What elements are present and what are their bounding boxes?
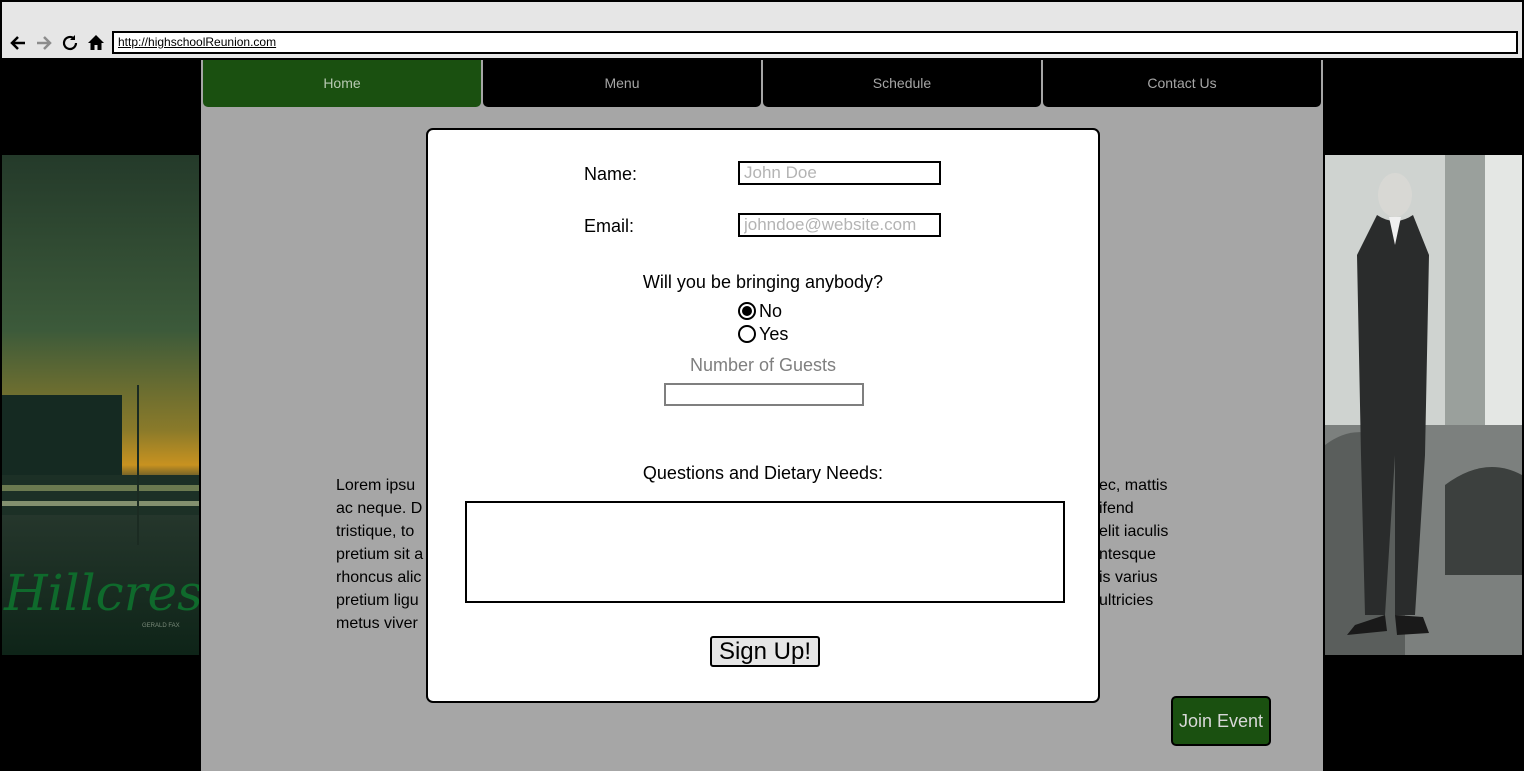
body-text-right: ec, mattis ifend elit iaculis ntesque is… [1099,477,1169,609]
radio-yes-button[interactable] [738,325,756,343]
school-photo: Hillcrest GERALD FAX [2,155,199,655]
forward-arrow-icon[interactable] [33,32,55,54]
svg-text:GERALD FAX: GERALD FAX [142,623,180,629]
tab-home[interactable]: Home [203,60,481,107]
reload-icon[interactable] [59,32,81,54]
radio-no[interactable]: No [738,301,782,321]
tab-menu[interactable]: Menu [483,60,761,107]
student-photo [1325,155,1522,655]
name-label: Name: [584,164,638,184]
email-label: Email: [584,216,635,236]
tab-contact-us[interactable]: Contact Us [1043,60,1321,107]
radio-no-label: No [759,300,783,321]
notes-label: Questions and Dietary Needs: [642,463,884,483]
back-arrow-icon[interactable] [7,32,29,54]
guests-label: Number of Guests [689,355,837,375]
email-input[interactable] [738,213,941,237]
signup-modal: Name: Email: Will you be bringing anybod… [426,128,1100,703]
guests-input[interactable] [664,383,864,406]
radio-selected-dot [742,306,752,316]
url-bar[interactable]: http://highschoolReunion.com [112,31,1518,54]
radio-yes[interactable]: Yes [738,324,788,344]
name-input[interactable] [738,161,941,185]
tab-schedule[interactable]: Schedule [763,60,1041,107]
radio-no-button[interactable] [738,302,756,320]
notes-textarea[interactable] [465,501,1065,603]
bringing-question: Will you be bringing anybody? [642,272,884,292]
body-text-left: Lorem ipsu ac neque. D tristique, to pre… [336,477,424,632]
join-event-button[interactable]: Join Event [1171,696,1271,746]
browser-window: http://highschoolReunion.com Hillcrest [0,0,1524,771]
signup-button[interactable]: Sign Up! [710,636,820,667]
hillcrest-logo: Hillcrest [3,564,199,622]
home-icon[interactable] [85,32,107,54]
radio-yes-label: Yes [759,323,789,344]
browser-toolbar: http://highschoolReunion.com [0,0,1524,60]
